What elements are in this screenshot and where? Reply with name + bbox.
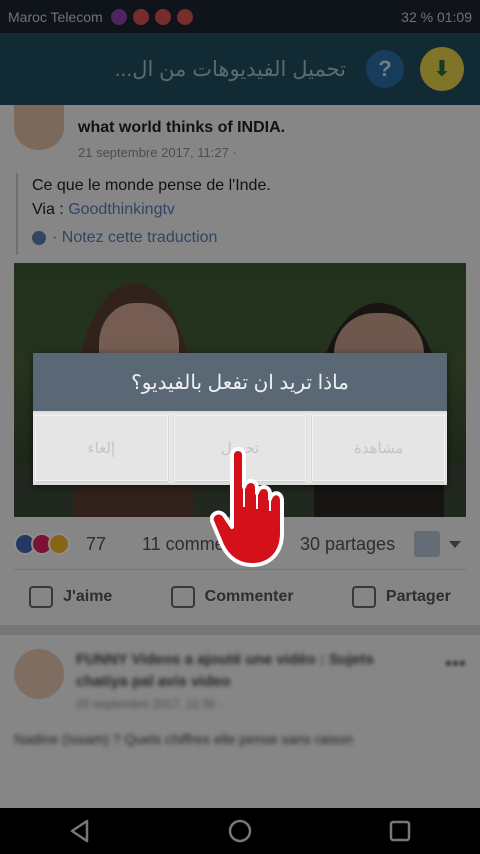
hand-pointer-icon	[210, 447, 284, 567]
recents-icon[interactable]	[387, 818, 413, 844]
dialog-title: ماذا تريد ان تفعل بالفيديو؟	[33, 353, 447, 411]
home-icon[interactable]	[227, 818, 253, 844]
watch-button[interactable]: مشاهدة	[312, 415, 446, 481]
cancel-button[interactable]: إلغاء	[35, 415, 168, 481]
system-nav-bar	[0, 808, 480, 854]
back-icon[interactable]	[67, 818, 93, 844]
